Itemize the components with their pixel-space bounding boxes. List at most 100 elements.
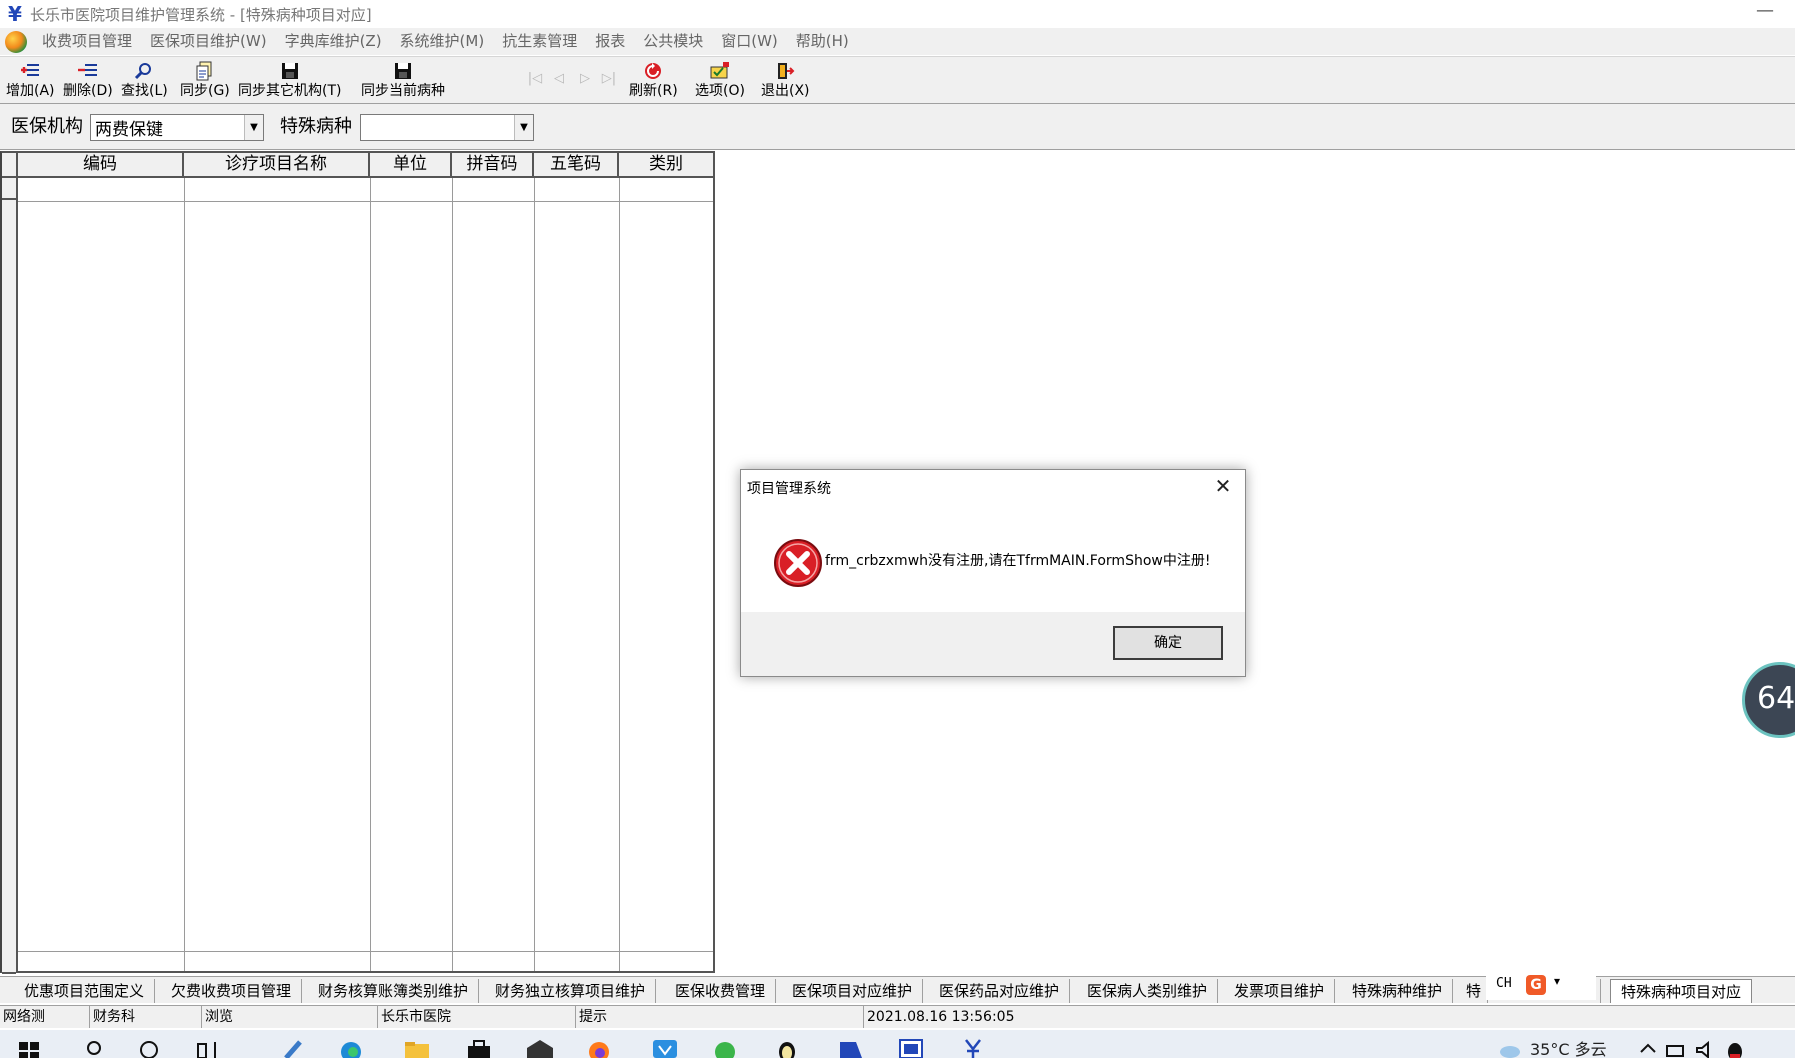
- row-indicator[interactable]: [2, 178, 16, 200]
- tab-finance-independent[interactable]: 财务独立核算项目维护: [485, 979, 657, 1003]
- network-icon[interactable]: [1664, 1038, 1686, 1058]
- refresh-button[interactable]: 刷新(R): [629, 60, 678, 102]
- tab-special-disease-item-map[interactable]: 特殊病种项目对应: [1610, 979, 1753, 1003]
- windows-start-icon[interactable]: [18, 1038, 40, 1058]
- app-monitor-icon[interactable]: [898, 1038, 923, 1058]
- firefox-icon[interactable]: [588, 1038, 610, 1058]
- menu-reports[interactable]: 报表: [586, 28, 634, 55]
- app-pen-icon[interactable]: [282, 1038, 304, 1058]
- ime-language[interactable]: CH: [1496, 976, 1512, 991]
- tab-arrears-items[interactable]: 欠费收费项目管理: [161, 979, 303, 1003]
- dialog-footer: 确定: [741, 612, 1245, 676]
- filter-bar: 医保机构 两费保键 ▼ 特殊病种 ▼: [0, 104, 1795, 150]
- store-bag-icon[interactable]: [466, 1038, 490, 1058]
- delete-button[interactable]: 删除(D): [63, 60, 113, 102]
- column-header-category[interactable]: 类别: [619, 153, 715, 176]
- find-button[interactable]: 查找(L): [121, 60, 168, 102]
- org-select[interactable]: 两费保键 ▼: [90, 114, 264, 141]
- grid-column-divider: [452, 178, 453, 971]
- volume-icon[interactable]: [1694, 1038, 1716, 1058]
- save-disk-icon: [392, 60, 414, 82]
- refresh-icon: [642, 60, 664, 82]
- mail-icon[interactable]: [526, 1038, 553, 1058]
- last-record-icon[interactable]: ▷|: [600, 70, 618, 88]
- data-grid[interactable]: 编码 诊疗项目名称 单位 拼音码 五笔码 类别: [0, 151, 715, 974]
- menu-common[interactable]: 公共模块: [634, 28, 712, 55]
- grid-column-divider: [619, 178, 620, 971]
- exit-button[interactable]: 退出(X): [761, 60, 810, 102]
- search-icon[interactable]: [84, 1038, 106, 1058]
- minimize-button[interactable]: —: [1745, 0, 1785, 28]
- add-label: 增加(A): [6, 83, 55, 99]
- app-yen-icon[interactable]: [960, 1038, 982, 1058]
- row-indicator[interactable]: [2, 952, 16, 974]
- tab-insurance-charge[interactable]: 医保收费管理: [665, 979, 777, 1003]
- sync-current-label: 同步当前病种: [361, 83, 445, 99]
- sync-other-label: 同步其它机构(T): [238, 83, 342, 99]
- refresh-label: 刷新(R): [629, 83, 678, 99]
- disease-select[interactable]: ▼: [360, 114, 534, 141]
- menu-dictionary[interactable]: 字典库维护(Z): [276, 28, 391, 55]
- menu-window[interactable]: 窗口(W): [712, 28, 787, 55]
- grid-corner: [2, 153, 18, 176]
- sync-button[interactable]: 同步(G): [180, 60, 230, 102]
- weather-text: 35°C 多云: [1530, 1040, 1607, 1058]
- tab-invoice-items[interactable]: 发票项目维护: [1224, 979, 1336, 1003]
- menu-antibiotics[interactable]: 抗生素管理: [493, 28, 586, 55]
- status-department: 财务科: [90, 1006, 202, 1028]
- tab-discount-range[interactable]: 优惠项目范围定义: [14, 979, 156, 1003]
- app-penguin-icon[interactable]: [776, 1038, 798, 1058]
- add-row-icon: [19, 60, 41, 82]
- cortana-icon[interactable]: [138, 1038, 160, 1058]
- search-icon: [133, 60, 155, 82]
- status-bar: 网络测 财务科 浏览 长乐市医院 提示 2021.08.16 13:56:05: [0, 1005, 1795, 1028]
- prev-record-icon[interactable]: ◁: [550, 70, 568, 88]
- tab-insurance-item-map[interactable]: 医保项目对应维护: [782, 979, 924, 1003]
- org-select-value: 两费保键: [95, 120, 163, 140]
- toolbar: 增加(A) 删除(D) 查找(L) 同步(G) 同步其它机构(T) 同步当前病种…: [0, 56, 1795, 104]
- menu-charge-items[interactable]: 收费项目管理: [33, 28, 141, 55]
- file-explorer-icon[interactable]: [404, 1038, 429, 1058]
- ime-menu-icon[interactable]: ▾: [1554, 974, 1560, 988]
- add-button[interactable]: 增加(A): [6, 60, 55, 102]
- menu-system[interactable]: 系统维护(M): [391, 28, 494, 55]
- tray-penguin-icon[interactable]: [1724, 1038, 1746, 1058]
- ime-logo-icon[interactable]: G: [1526, 975, 1546, 995]
- floating-speed-gauge[interactable]: 64: [1742, 662, 1795, 738]
- chevron-down-icon[interactable]: ▼: [514, 115, 534, 140]
- edge-browser-icon[interactable]: [340, 1038, 362, 1058]
- menu-help[interactable]: 帮助(H): [787, 28, 858, 55]
- menu-logo-icon: [5, 30, 27, 53]
- os-taskbar: 35°C 多云: [0, 1030, 1795, 1058]
- chevron-up-icon[interactable]: [1638, 1038, 1660, 1058]
- close-icon[interactable]: ✕: [1207, 472, 1239, 500]
- menu-insurance-items[interactable]: 医保项目维护(W): [141, 28, 276, 55]
- options-button[interactable]: 选项(O): [695, 60, 745, 102]
- app-blue-doc-icon[interactable]: [838, 1038, 862, 1058]
- tab-insurance-drug-map[interactable]: 医保药品对应维护: [929, 979, 1071, 1003]
- column-header-pinyin[interactable]: 拼音码: [452, 153, 534, 176]
- ime-toolbar[interactable]: CH G ▾: [1486, 970, 1596, 1000]
- tab-special-disease[interactable]: 特殊病种维护: [1342, 979, 1454, 1003]
- status-network: 网络测: [0, 1006, 90, 1028]
- chevron-down-icon[interactable]: ▼: [244, 115, 264, 140]
- column-header-wubi[interactable]: 五笔码: [534, 153, 619, 176]
- app-blue-icon[interactable]: [652, 1038, 677, 1058]
- tab-finance-ledger[interactable]: 财务核算账簿类别维护: [308, 979, 480, 1003]
- tab-truncated[interactable]: 特: [1460, 979, 1489, 1003]
- window-title: 长乐市医院项目维护管理系统 - [特殊病种项目对应]: [30, 5, 372, 24]
- tab-insurance-patient-type[interactable]: 医保病人类别维护: [1077, 979, 1219, 1003]
- first-record-icon[interactable]: |◁: [526, 70, 544, 88]
- ok-button[interactable]: 确定: [1113, 626, 1223, 660]
- next-record-icon[interactable]: ▷: [576, 70, 594, 88]
- task-view-icon[interactable]: [196, 1038, 218, 1058]
- sync-current-button[interactable]: 同步当前病种: [361, 60, 445, 102]
- app-green-icon[interactable]: [714, 1038, 736, 1058]
- column-header-item-name[interactable]: 诊疗项目名称: [184, 153, 370, 176]
- column-header-code[interactable]: 编码: [18, 153, 184, 176]
- row-indicator-column: [2, 178, 18, 974]
- grid-row-divider: [18, 201, 713, 202]
- sync-other-button[interactable]: 同步其它机构(T): [238, 60, 341, 102]
- column-header-unit[interactable]: 单位: [370, 153, 452, 176]
- status-datetime: 2021.08.16 13:56:05: [867, 1009, 1015, 1025]
